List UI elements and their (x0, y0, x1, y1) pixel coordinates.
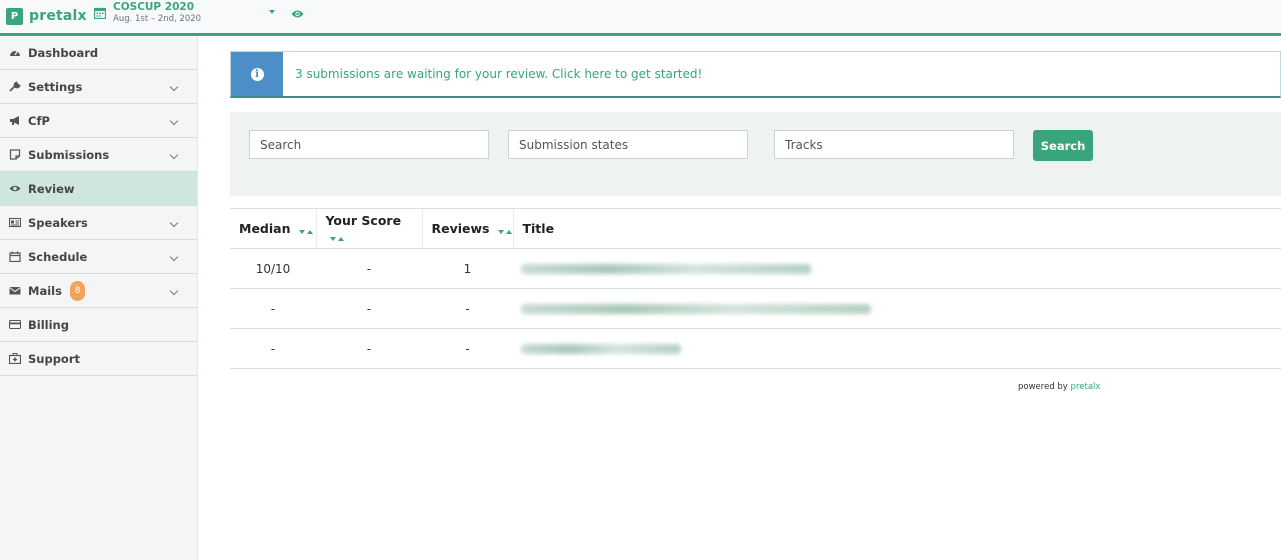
column-label: Your Score (325, 213, 402, 228)
event-selector[interactable]: COSCUP 2020 Aug. 1st – 2nd, 2020 (94, 2, 284, 28)
column-header-your-score[interactable]: Your Score (316, 208, 423, 249)
column-label: Title (522, 221, 555, 236)
column-label: Median (239, 220, 291, 236)
medkit-icon (9, 353, 21, 364)
reviews-table: Median Your Score Reviews Title 10/10 - … (230, 208, 1281, 369)
sidebar-item-label: CfP (28, 113, 50, 128)
sidebar-item-label: Speakers (28, 215, 88, 230)
reviews-cell: - (422, 288, 513, 329)
your-score-cell: - (316, 248, 422, 289)
sidebar-item-settings[interactable]: Settings (0, 70, 197, 104)
median-cell: - (230, 328, 316, 369)
search-input[interactable]: Search (249, 130, 489, 159)
your-score-cell: - (316, 288, 422, 329)
table-header-row: Median Your Score Reviews Title (230, 208, 1281, 249)
pretalx-link[interactable]: pretalx (1071, 382, 1101, 392)
column-header-median[interactable]: Median (230, 208, 317, 249)
chevron-down-icon (169, 218, 179, 228)
sidebar-item-label: Submissions (28, 147, 110, 162)
title-cell[interactable] (513, 288, 1281, 329)
chevron-down-icon (169, 82, 179, 92)
table-row[interactable]: - - - (230, 288, 1281, 329)
reviews-cell: 1 (422, 248, 513, 289)
title-cell[interactable] (513, 248, 1281, 289)
powered-by-text: powered by (1018, 382, 1068, 392)
reviews-cell: - (422, 328, 513, 369)
pretalx-logo: P (6, 7, 23, 25)
table-row[interactable]: 10/10 - 1 (230, 248, 1281, 289)
sidebar-item-schedule[interactable]: Schedule (0, 240, 197, 274)
median-cell: 10/10 (230, 248, 316, 289)
sidebar-item-review[interactable]: Review (0, 172, 197, 206)
event-dates: Aug. 1st – 2nd, 2020 (113, 14, 202, 24)
alert-message-link[interactable]: 3 submissions are waiting for your revie… (295, 67, 702, 81)
table-row[interactable]: - - - (230, 328, 1281, 369)
sidebar-item-label: Billing (28, 317, 69, 332)
sidebar-item-label: Settings (28, 79, 83, 94)
redacted-title (521, 304, 871, 314)
review-pending-alert[interactable]: i 3 submissions are waiting for your rev… (230, 51, 1281, 98)
calendar-icon (94, 7, 106, 19)
envelope-icon (9, 287, 21, 295)
dashboard-icon (10, 50, 20, 56)
chevron-down-icon (169, 286, 179, 296)
title-cell[interactable] (513, 328, 1281, 369)
median-cell: - (230, 288, 316, 329)
submission-states-select[interactable]: Submission states (508, 130, 748, 159)
event-name: COSCUP 2020 (113, 1, 195, 13)
eye-icon (9, 185, 21, 192)
sidebar-item-dashboard[interactable]: Dashboard (0, 36, 197, 70)
id-card-icon (9, 217, 21, 228)
bullhorn-icon (10, 116, 19, 125)
top-navbar: P pretalx COSCUP 2020 Aug. 1st – 2nd, 20… (0, 0, 1281, 36)
brand-name: pretalx (29, 8, 87, 24)
mails-count-badge: 8 (69, 280, 85, 301)
sticky-note-icon (9, 149, 21, 160)
credit-card-icon (9, 319, 21, 330)
alert-icon-box: i (231, 52, 283, 96)
powered-by-footer: powered by pretalx (1018, 382, 1100, 392)
caret-down-icon[interactable] (269, 10, 275, 14)
sidebar-item-support[interactable]: Support (0, 342, 197, 376)
column-header-reviews[interactable]: Reviews (422, 208, 514, 249)
sort-arrows-icon[interactable] (329, 229, 344, 244)
sort-arrows-icon[interactable] (298, 222, 313, 237)
sidebar: Dashboard Settings CfP Submissions Revie… (0, 36, 198, 560)
sidebar-item-billing[interactable]: Billing (0, 308, 197, 342)
column-label: Reviews (431, 220, 490, 236)
sort-arrows-icon[interactable] (497, 222, 512, 237)
filter-panel: Search Submission states Tracks Search (230, 112, 1281, 196)
sidebar-item-label: Support (28, 351, 81, 366)
redacted-title (521, 264, 811, 274)
chevron-down-icon (169, 150, 179, 160)
eye-icon[interactable] (291, 9, 304, 19)
sidebar-item-label: Schedule (28, 249, 88, 264)
sidebar-item-submissions[interactable]: Submissions (0, 138, 197, 172)
sidebar-item-label: Dashboard (28, 45, 99, 60)
wrench-icon (9, 81, 21, 92)
sidebar-item-label: Mails (28, 283, 62, 298)
search-button[interactable]: Search (1033, 130, 1093, 161)
info-icon: i (250, 67, 264, 81)
sidebar-item-cfp[interactable]: CfP (0, 104, 197, 138)
redacted-title (521, 344, 681, 354)
chevron-down-icon (169, 252, 179, 262)
sidebar-item-label: Review (28, 181, 75, 196)
column-header-title: Title (513, 208, 1281, 249)
your-score-cell: - (316, 328, 422, 369)
sidebar-item-mails[interactable]: Mails 8 (0, 274, 197, 308)
sidebar-item-speakers[interactable]: Speakers (0, 206, 197, 240)
tracks-select[interactable]: Tracks (774, 130, 1014, 159)
brand-link[interactable]: P pretalx (6, 5, 87, 27)
calendar-icon (9, 251, 21, 262)
chevron-down-icon (169, 116, 179, 126)
